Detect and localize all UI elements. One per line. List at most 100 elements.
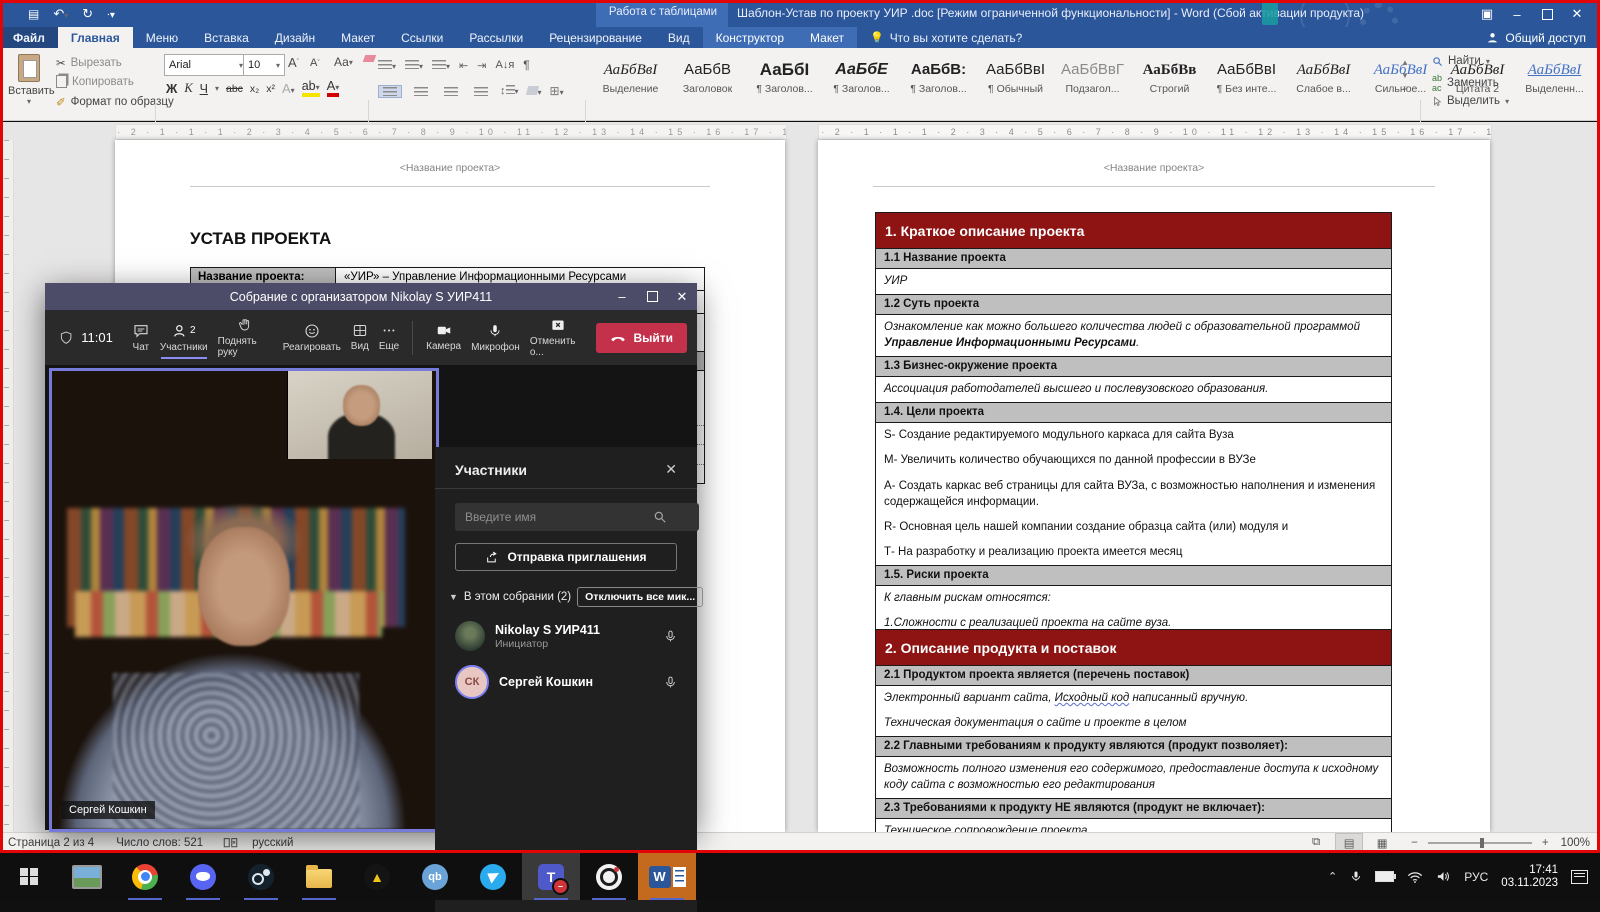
shrink-font-button[interactable]: Аˇ xyxy=(306,56,324,70)
participant-row[interactable]: Nikolay S УИР411 Инициатор xyxy=(435,607,697,651)
zoom-in-icon[interactable]: + xyxy=(1542,837,1549,849)
find-button[interactable]: Найти▾ xyxy=(1432,55,1490,67)
camera-button[interactable]: Камера xyxy=(421,319,466,356)
zoom-level[interactable]: 100% xyxy=(1561,837,1590,849)
taskbar-item-teams[interactable]: T– xyxy=(522,853,580,900)
tab-references[interactable]: Ссылки xyxy=(388,27,456,48)
close-icon[interactable]: ✕ xyxy=(1562,2,1592,26)
raise-hand-button[interactable]: Поднять руку xyxy=(213,313,278,362)
wifi-icon[interactable] xyxy=(1407,871,1423,883)
tab-view[interactable]: Вид xyxy=(655,27,703,48)
language-switcher[interactable]: РУС xyxy=(1464,870,1488,884)
taskbar-item-steam[interactable] xyxy=(232,853,290,900)
text-effects-icon[interactable]: А▾ xyxy=(282,81,295,96)
style-item[interactable]: АаБбЕ¶ Заголов... xyxy=(823,56,900,95)
pilcrow-icon[interactable]: ¶ xyxy=(523,58,529,72)
shading-icon[interactable]: ▾ xyxy=(527,82,542,100)
tab-design[interactable]: Дизайн xyxy=(262,27,328,48)
copy-button[interactable]: Копировать xyxy=(56,75,134,88)
style-item[interactable]: АаБбВвІВыделение xyxy=(592,56,669,95)
proofing-icon[interactable] xyxy=(223,837,238,849)
tab-file[interactable]: Файл xyxy=(0,27,58,48)
tell-me-box[interactable]: 💡 Что вы хотите сделать? xyxy=(857,27,1035,48)
send-invite-button[interactable]: Отправка приглашения xyxy=(455,543,677,571)
tray-expand-icon[interactable]: ⌃ xyxy=(1328,870,1337,883)
ruler-right-page[interactable]: 1 · 2 · 1 · 1 · 1 · 2 · 3 · 4 · 5 · 6 · … xyxy=(818,124,1492,140)
taskbar-item-discord[interactable] xyxy=(174,853,232,900)
cut-button[interactable]: ✂Вырезать xyxy=(56,56,122,70)
align-center-button[interactable] xyxy=(410,86,432,97)
taskbar-item-word[interactable]: W xyxy=(638,853,696,900)
leave-button[interactable]: Выйти xyxy=(596,323,687,353)
ribbon-display-options-icon[interactable]: ▣ xyxy=(1472,2,1502,26)
tab-home[interactable]: Главная xyxy=(58,27,133,48)
self-view-video[interactable] xyxy=(287,371,432,459)
document-page-2[interactable]: <Название проекта> 1. Краткое описание п… xyxy=(818,140,1490,832)
more-button[interactable]: Еще xyxy=(374,319,404,356)
italic-button[interactable]: К xyxy=(184,81,192,96)
bold-button[interactable]: Ж xyxy=(166,82,177,96)
minimize-icon[interactable]: – xyxy=(1502,2,1532,26)
taskbar-item-explorer[interactable] xyxy=(290,853,348,900)
style-item[interactable]: АаБбВвІВыделенн... xyxy=(1516,56,1593,95)
word-count[interactable]: Число слов: 521 xyxy=(116,837,203,849)
language-indicator[interactable]: русский xyxy=(252,837,293,849)
view-button[interactable]: Вид xyxy=(346,319,374,356)
chat-button[interactable]: Чат xyxy=(127,319,155,357)
teams-minimize-icon[interactable]: – xyxy=(607,283,637,310)
replace-button[interactable]: abac Заменить xyxy=(1432,73,1499,93)
save-icon[interactable]: ▤ xyxy=(28,7,39,21)
zoom-slider-thumb[interactable] xyxy=(1480,838,1484,848)
participant-row[interactable]: СК Сергей Кошкин xyxy=(435,651,697,699)
align-right-button[interactable] xyxy=(440,86,462,97)
sort-icon[interactable]: А↓я xyxy=(495,59,514,71)
style-item[interactable]: АаБбВ:¶ Заголов... xyxy=(900,56,977,95)
tab-table-layout[interactable]: Макет xyxy=(797,27,857,48)
mute-all-button[interactable]: Отключить все мик... xyxy=(577,587,703,607)
taskbar-item-chrome[interactable] xyxy=(116,853,174,900)
participant-mic-icon[interactable] xyxy=(664,675,677,690)
start-button[interactable] xyxy=(0,853,58,900)
tab-insert[interactable]: Вставка xyxy=(191,27,262,48)
font-color-button[interactable]: А▾ xyxy=(327,80,340,97)
qat-customize-icon[interactable]: ⸱▾ xyxy=(107,7,115,21)
underline-button[interactable]: Ч xyxy=(200,82,208,96)
highlight-button[interactable]: ab▾ xyxy=(302,81,320,97)
taskbar-item-gauge-app[interactable] xyxy=(580,853,638,900)
chevron-down-icon[interactable]: ▼ xyxy=(449,592,458,602)
action-center-icon[interactable] xyxy=(1571,870,1588,884)
tab-menu[interactable]: Меню xyxy=(133,27,191,48)
styles-gallery-scroll[interactable]: ▲▼≡ xyxy=(1398,56,1412,95)
zoom-slider[interactable] xyxy=(1428,842,1532,844)
page-indicator[interactable]: Страница 2 из 4 xyxy=(8,837,94,849)
undo-icon[interactable]: ↶▾ xyxy=(53,6,68,22)
paste-button[interactable]: Вставить ▾ xyxy=(8,54,50,106)
borders-icon[interactable]: ⊞▾ xyxy=(550,84,564,98)
taskbar-item-telegram[interactable] xyxy=(464,853,522,900)
web-layout-icon[interactable]: ▦ xyxy=(1369,834,1395,851)
taskbar-item-aimp[interactable]: ▲ xyxy=(348,853,406,900)
subscript-button[interactable]: x₂ xyxy=(250,83,259,95)
teams-maximize-icon[interactable] xyxy=(637,283,667,310)
font-size-select[interactable]: 10▾ xyxy=(243,54,285,76)
increase-indent-icon[interactable]: ⇥ xyxy=(477,59,486,72)
font-name-select[interactable]: Arial▾ xyxy=(164,54,248,76)
style-item[interactable]: АаБбВЗаголовок xyxy=(669,56,746,95)
share-button[interactable]: Общий доступ xyxy=(1486,27,1600,48)
ruler-left-page[interactable]: 1 · 2 · 1 · 1 · 1 · 2 · 3 · 4 · 5 · 6 · … xyxy=(115,124,787,140)
select-button[interactable]: Выделить▾ xyxy=(1432,95,1509,107)
style-item[interactable]: АаБбВвСтрогий xyxy=(1131,56,1208,95)
align-left-button[interactable] xyxy=(378,85,402,98)
style-item[interactable]: АаБбВвІ¶ Без инте... xyxy=(1208,56,1285,95)
participant-mic-icon[interactable] xyxy=(664,629,677,644)
style-item[interactable]: АаБбІ¶ Заголов... xyxy=(746,56,823,95)
decrease-indent-icon[interactable]: ⇤ xyxy=(459,59,468,72)
clear-formatting-icon[interactable] xyxy=(360,54,379,63)
read-mode-icon[interactable]: ⧉ xyxy=(1303,834,1329,851)
taskbar-item-system-display[interactable] xyxy=(58,853,116,900)
microphone-button[interactable]: Микрофон xyxy=(466,319,525,357)
change-case-button[interactable]: Аа▾ xyxy=(330,54,357,70)
format-painter-button[interactable]: ✐Формат по образцу xyxy=(56,95,174,109)
restore-icon[interactable] xyxy=(1532,2,1562,26)
vertical-ruler[interactable] xyxy=(0,140,14,832)
